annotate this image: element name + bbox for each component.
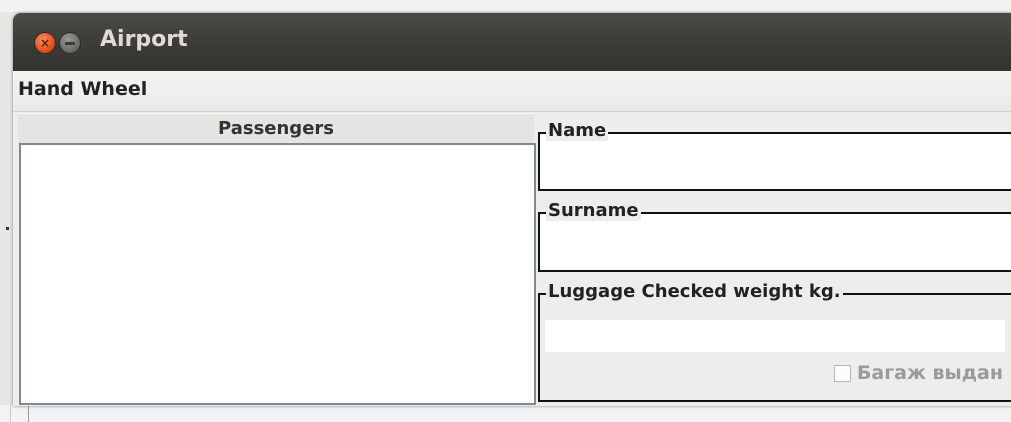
background-divider xyxy=(10,405,11,422)
passengers-header[interactable]: Passengers xyxy=(18,113,534,143)
window-title: Airport xyxy=(100,27,188,52)
background-mark xyxy=(6,227,9,230)
luggage-legend: Luggage Checked weight kg. xyxy=(546,281,843,302)
luggage-group: Luggage Checked weight kg. Багаж выдан xyxy=(538,282,1011,402)
title-bar[interactable]: × Airport xyxy=(13,13,1011,71)
name-field[interactable] xyxy=(540,134,1011,189)
surname-group: Surname xyxy=(538,201,1011,272)
menu-bar: Hand Wheel xyxy=(13,71,1011,112)
luggage-weight-field[interactable] xyxy=(545,320,1005,352)
minimize-icon[interactable] xyxy=(60,33,80,53)
close-icon[interactable]: × xyxy=(35,33,55,53)
luggage-issued-checkbox-row[interactable]: Багаж выдан xyxy=(833,362,1003,384)
background-divider xyxy=(28,405,29,422)
desktop-background xyxy=(0,0,1011,12)
name-group: Name xyxy=(538,121,1011,191)
passengers-list[interactable] xyxy=(19,143,536,405)
airport-window: × Airport Hand Wheel Passengers Name Sur… xyxy=(13,13,1011,406)
surname-field[interactable] xyxy=(540,214,1011,270)
luggage-issued-checkbox[interactable] xyxy=(833,364,851,382)
luggage-issued-label: Багаж выдан xyxy=(856,362,1003,384)
background-window-edge xyxy=(0,405,1011,422)
menu-hand-wheel[interactable]: Hand Wheel xyxy=(18,78,147,100)
